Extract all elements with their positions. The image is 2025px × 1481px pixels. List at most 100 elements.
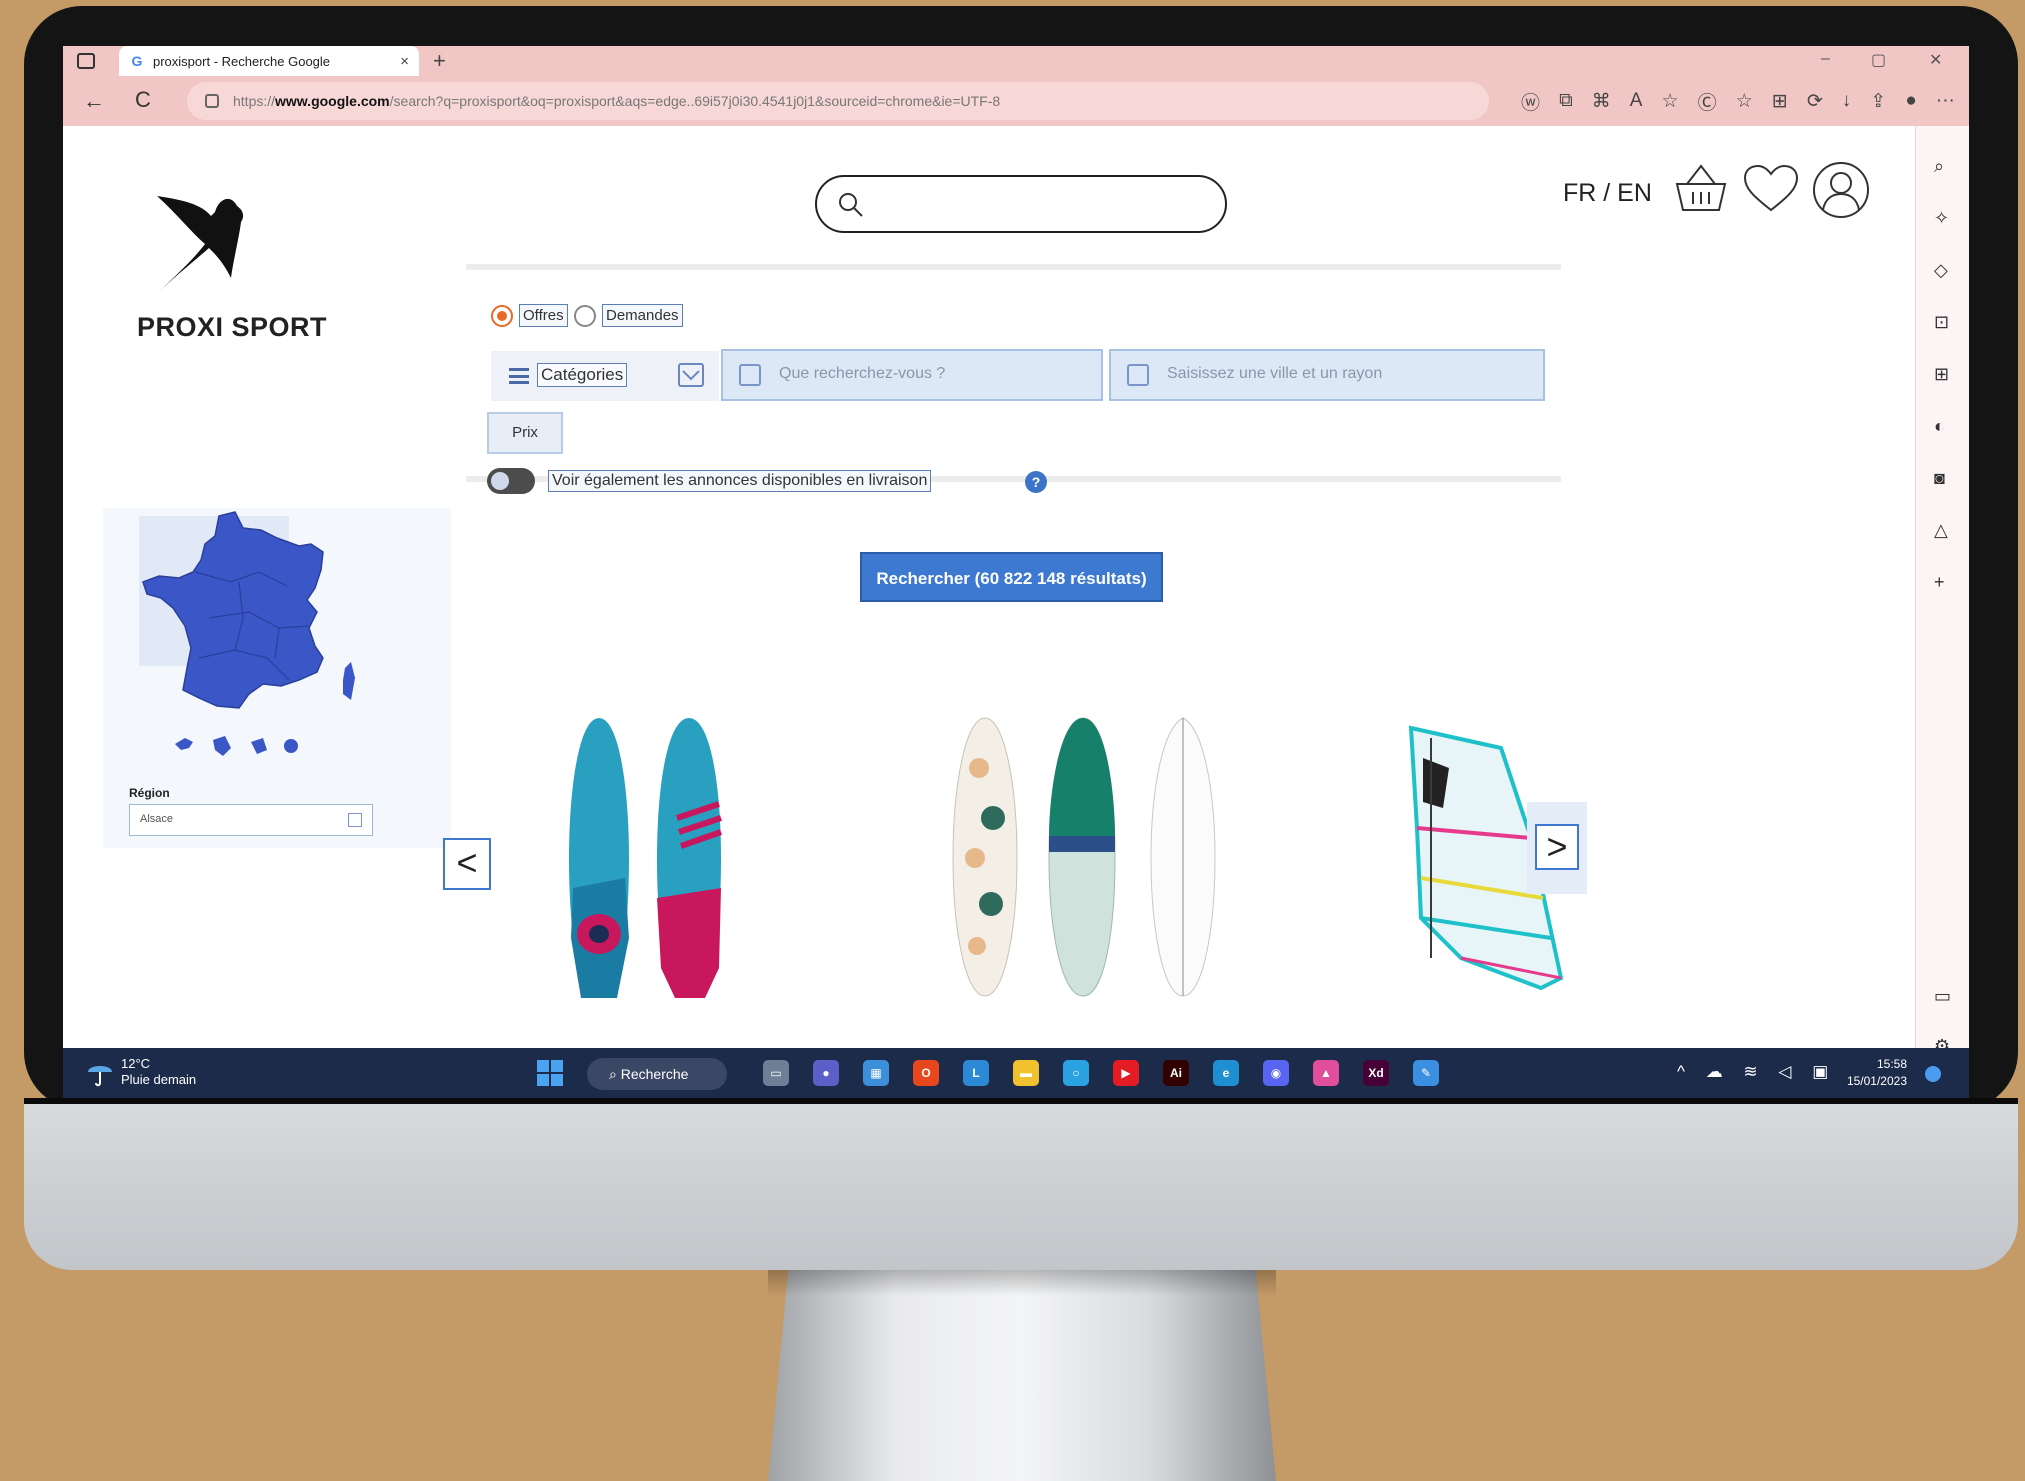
sidebar-outlook-icon[interactable]: ◙ [1934, 468, 1945, 489]
collections-icon[interactable]: ⊞ [1772, 90, 1788, 113]
sidebar-office-icon[interactable]: ◐ [1934, 416, 1945, 437]
surfboards-image [952, 717, 1216, 997]
notification-icon[interactable] [1925, 1066, 1941, 1082]
extension-icon-3[interactable]: ⌘ [1592, 90, 1611, 113]
maximize-button[interactable]: ▢ [1871, 50, 1886, 70]
clock-date: 15/01/2023 [1846, 1074, 1907, 1088]
location-input[interactable]: Saisissez une ville et un rayon [1109, 349, 1545, 401]
taskbar-app-office-icon[interactable]: O [913, 1060, 939, 1086]
offers-label[interactable]: Offres [519, 304, 568, 327]
read-aloud-icon[interactable]: A [1630, 90, 1643, 112]
product-windsurf-boards[interactable] [529, 708, 829, 998]
weather-widget[interactable]: 12°C Pluie demain [85, 1056, 196, 1088]
sidebar-tools-icon[interactable]: ⊡ [1934, 312, 1949, 333]
taskbar-app-l-icon[interactable]: L [963, 1060, 989, 1086]
user-account-icon[interactable] [1811, 160, 1871, 220]
taskbar-app-store-icon[interactable]: ▦ [863, 1060, 889, 1086]
sidebar-games-icon[interactable]: ⊞ [1934, 364, 1949, 385]
requests-label[interactable]: Demandes [602, 304, 683, 327]
favorites-icon[interactable]: ☆ [1736, 90, 1753, 113]
address-bar[interactable]: https://www.google.com/search?q=proxispo… [187, 82, 1489, 120]
search-icon: ⌕ [609, 1066, 621, 1082]
offers-radio[interactable] [491, 305, 513, 327]
taskbar-app-explorer-icon[interactable]: ▬ [1013, 1060, 1039, 1086]
taskbar-app-cortana-icon[interactable]: ○ [1063, 1060, 1089, 1086]
taskbar-search-label: Recherche [620, 1066, 689, 1082]
extension-icon-2[interactable]: ⧉ [1559, 90, 1573, 112]
toolbar-extensions: ⓦ ⧉ ⌘ A ☆ Ⓒ ☆ ⊞ ⟳ ↓ ⇪ ● ··· [1513, 84, 1963, 118]
share-icon[interactable]: ⇪ [1870, 90, 1886, 113]
taskbar-app-youtube-icon[interactable]: ▶ [1113, 1060, 1139, 1086]
history-icon[interactable]: ⟳ [1807, 90, 1823, 113]
windows-taskbar: 12°C Pluie demain ⌕ Recherche ▭ ● ▦ O L ▬ ○ ▶ Ai… [63, 1048, 1969, 1098]
sidebar-discover-icon[interactable]: ✧ [1934, 208, 1949, 229]
monitor-stand-shadow [768, 1270, 1276, 1296]
price-filter-button[interactable]: Prix [487, 412, 563, 454]
basket-icon[interactable] [1671, 160, 1731, 216]
language-switch[interactable]: FR / EN [1563, 179, 1652, 208]
location-placeholder: Saisissez une ville et un rayon [1167, 365, 1383, 382]
tab-close-icon[interactable]: × [400, 53, 409, 70]
clock[interactable]: 15:58 15/01/2023 [1827, 1056, 1907, 1090]
taskbar-app-xd-icon[interactable]: Xd [1363, 1060, 1389, 1086]
more-menu-icon[interactable]: ··· [1936, 90, 1955, 112]
screen: G proxisport - Recherche Google × + – ▢ … [63, 46, 1969, 1098]
monitor-stand [768, 1270, 1276, 1481]
system-tray-icons[interactable]: ^ ☁ ≋ ◁ ▣ [1677, 1062, 1836, 1082]
taskbar-app-discord-icon[interactable]: ◉ [1263, 1060, 1289, 1086]
sidebar-drop-icon[interactable]: △ [1934, 520, 1948, 541]
region-select[interactable]: Alsace [129, 804, 373, 836]
profile-icon[interactable]: ● [1905, 90, 1916, 112]
sidebar-layout-icon[interactable]: ▭ [1934, 986, 1951, 1007]
france-map-icon[interactable] [139, 508, 379, 768]
sidebar-shopping-icon[interactable]: ◇ [1934, 260, 1948, 281]
back-button[interactable]: ← [83, 88, 105, 114]
chevron-down-icon[interactable] [678, 363, 704, 387]
browser-tab[interactable]: G proxisport - Recherche Google × [119, 46, 419, 76]
close-window-button[interactable]: ✕ [1929, 50, 1942, 70]
sidebar-search-icon[interactable]: ⌕ [1934, 156, 1944, 177]
tab-title: proxisport - Recherche Google [153, 53, 331, 69]
proxisport-page: PROXI SPORT FR / EN Offres Demandes Caté… [63, 126, 1915, 1048]
tab-actions-icon[interactable] [77, 53, 95, 69]
filter-panel: Offres Demandes Catégories Que recherche… [466, 264, 1561, 494]
requests-radio[interactable] [574, 305, 596, 327]
product-surfboards[interactable] [933, 708, 1243, 998]
taskbar-app-file-icon[interactable]: ▭ [763, 1060, 789, 1086]
carousel-next-button[interactable]: > [1535, 824, 1579, 870]
taskbar-app-photos-icon[interactable]: ▲ [1313, 1060, 1339, 1086]
taskbar-app-edge-icon[interactable]: e [1213, 1060, 1239, 1086]
copilot-icon[interactable]: Ⓒ [1698, 88, 1717, 115]
taskbar-app-illustrator-icon[interactable]: Ai [1163, 1060, 1189, 1086]
categories-dropdown[interactable]: Catégories [491, 351, 719, 401]
location-pin-icon [1127, 364, 1149, 386]
taskbar-app-chat-icon[interactable]: ● [813, 1060, 839, 1086]
site-search-input[interactable] [815, 175, 1227, 233]
taskbar-search[interactable]: ⌕ Recherche [587, 1058, 727, 1090]
carousel-prev-button[interactable]: < [443, 838, 491, 890]
taskbar-app-snip-icon[interactable]: ✎ [1413, 1060, 1439, 1086]
help-icon[interactable]: ? [1025, 471, 1047, 493]
downloads-icon[interactable]: ↓ [1842, 90, 1852, 112]
lock-icon[interactable] [205, 94, 219, 108]
new-tab-button[interactable]: + [433, 48, 446, 74]
search-icon [739, 364, 761, 386]
manta-ray-logo-icon [157, 196, 244, 292]
carousel-next-area: > [1527, 802, 1587, 894]
add-favorite-icon[interactable]: ☆ [1662, 90, 1679, 113]
list-icon [509, 368, 529, 384]
minimize-button[interactable]: – [1821, 50, 1830, 68]
query-input[interactable]: Que recherchez-vous ? [721, 349, 1103, 401]
google-favicon-icon: G [131, 53, 143, 69]
reload-button[interactable]: C [135, 87, 151, 113]
edge-sidebar: ⌕ ✧ ◇ ⊡ ⊞ ◐ ◙ △ + ▭ ⚙ [1915, 126, 1969, 1098]
heart-icon[interactable] [1743, 164, 1799, 214]
windows-start-icon[interactable] [537, 1060, 563, 1086]
extension-icon-1[interactable]: ⓦ [1521, 88, 1540, 115]
delivery-toggle[interactable] [487, 468, 535, 494]
region-value: Alsace [140, 813, 174, 825]
region-label: Région [129, 786, 170, 800]
brand-name: PROXI SPORT [137, 312, 328, 342]
search-results-button[interactable]: Rechercher (60 822 148 résultats) [860, 552, 1163, 602]
sidebar-add-icon[interactable]: + [1934, 572, 1945, 593]
